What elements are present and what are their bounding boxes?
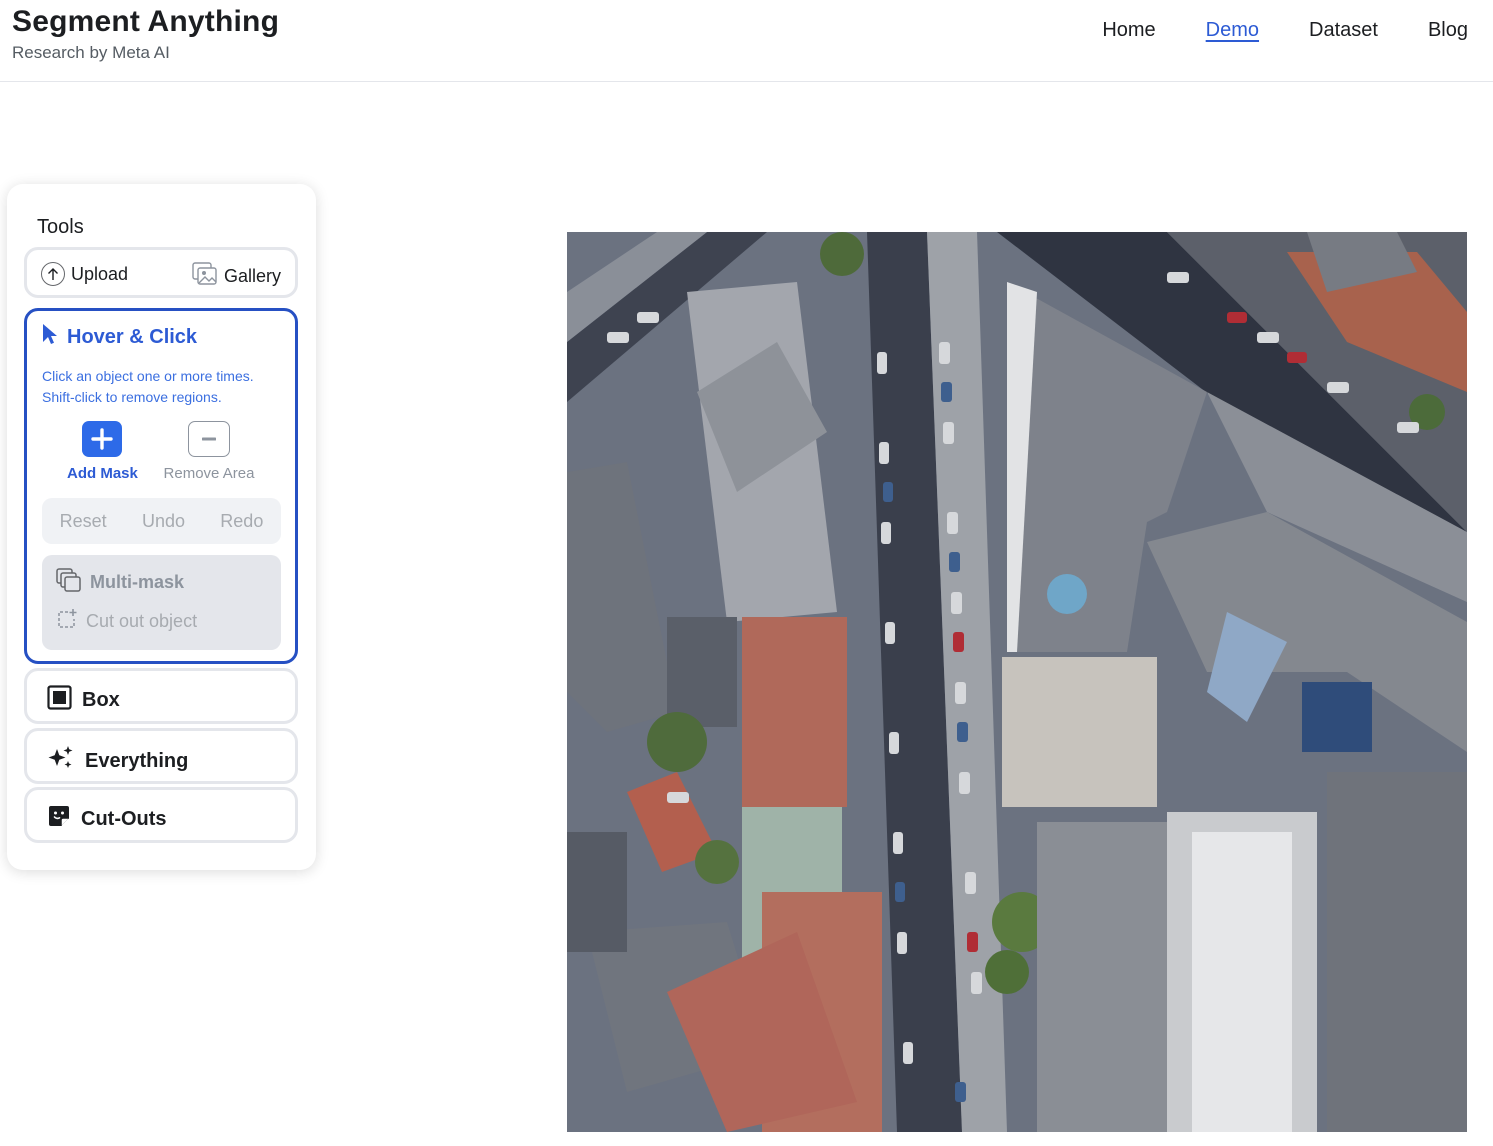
cut-outs-tool: Cut-Outs: [47, 804, 167, 834]
multi-mask-label: Multi-mask: [90, 572, 185, 592]
hover-click-card[interactable]: Hover & Click Click an object one or mor…: [24, 308, 298, 664]
remove-area-label: Remove Area: [163, 465, 255, 482]
box-tool: Box: [47, 685, 120, 716]
nav-blog[interactable]: Blog: [1428, 18, 1468, 42]
upload-label: Upload: [71, 263, 129, 284]
mask-options: Multi-mask Cut out object: [42, 555, 281, 650]
image-gallery-icon: [192, 262, 218, 291]
layers-icon: [56, 568, 82, 597]
hover-click-title: Hover & Click: [41, 323, 197, 351]
hover-click-description: Click an object one or more times. Shift…: [42, 366, 254, 408]
site-subtitle: Research by Meta AI: [12, 43, 170, 62]
aerial-city-photo: [567, 232, 1467, 1132]
desc-line-1: Click an object one or more times.: [42, 368, 254, 384]
crop-add-icon: [56, 608, 78, 635]
reset-button[interactable]: Reset: [60, 511, 107, 532]
add-mask-label: Add Mask: [67, 465, 138, 482]
gallery-label: Gallery: [223, 266, 281, 286]
remove-area-button[interactable]: Remove Area: [159, 421, 259, 482]
undo-button[interactable]: Undo: [142, 511, 185, 532]
history-actions: Reset Undo Redo: [42, 498, 281, 544]
upload-button[interactable]: Upload: [41, 262, 128, 286]
hover-click-label: Hover & Click: [67, 325, 198, 348]
tools-heading: Tools: [37, 216, 84, 238]
square-icon: [47, 685, 72, 716]
gallery-button[interactable]: Gallery: [192, 262, 281, 291]
tools-panel: Tools Upload Gallery Hover & Click Click…: [7, 184, 316, 870]
box-label: Box: [82, 689, 120, 711]
upload-gallery-card: Upload Gallery: [24, 247, 298, 298]
minus-icon: [188, 421, 230, 457]
arrow-up-circle-icon: [41, 262, 65, 286]
everything-tool-card[interactable]: Everything: [24, 728, 298, 784]
cursor-pointer-icon: [41, 323, 57, 351]
nav-home[interactable]: Home: [1102, 18, 1155, 42]
cut-out-object-button[interactable]: Cut out object: [56, 608, 197, 635]
add-mask-button[interactable]: Add Mask: [67, 421, 138, 482]
cut-outs-tool-card[interactable]: Cut-Outs: [24, 787, 298, 843]
desc-line-2: Shift-click to remove regions.: [42, 389, 222, 405]
plus-icon: [82, 421, 122, 457]
cut-out-label: Cut out object: [86, 611, 198, 631]
sparkles-icon: [47, 745, 75, 777]
box-tool-card[interactable]: Box: [24, 668, 298, 724]
sticker-icon: [47, 804, 71, 834]
site-title[interactable]: Segment Anything: [12, 5, 279, 39]
cut-outs-label: Cut-Outs: [81, 807, 167, 830]
redo-button[interactable]: Redo: [220, 511, 263, 532]
segmentation-canvas[interactable]: [567, 232, 1467, 1132]
nav-demo[interactable]: Demo: [1206, 18, 1259, 42]
everything-tool: Everything: [47, 745, 188, 777]
nav-dataset[interactable]: Dataset: [1309, 18, 1378, 42]
main-nav: Home Demo Dataset Blog: [1102, 18, 1468, 42]
multi-mask-toggle[interactable]: Multi-mask: [56, 568, 184, 597]
top-header: Segment Anything Research by Meta AI Hom…: [0, 0, 1493, 82]
everything-label: Everything: [85, 749, 189, 772]
